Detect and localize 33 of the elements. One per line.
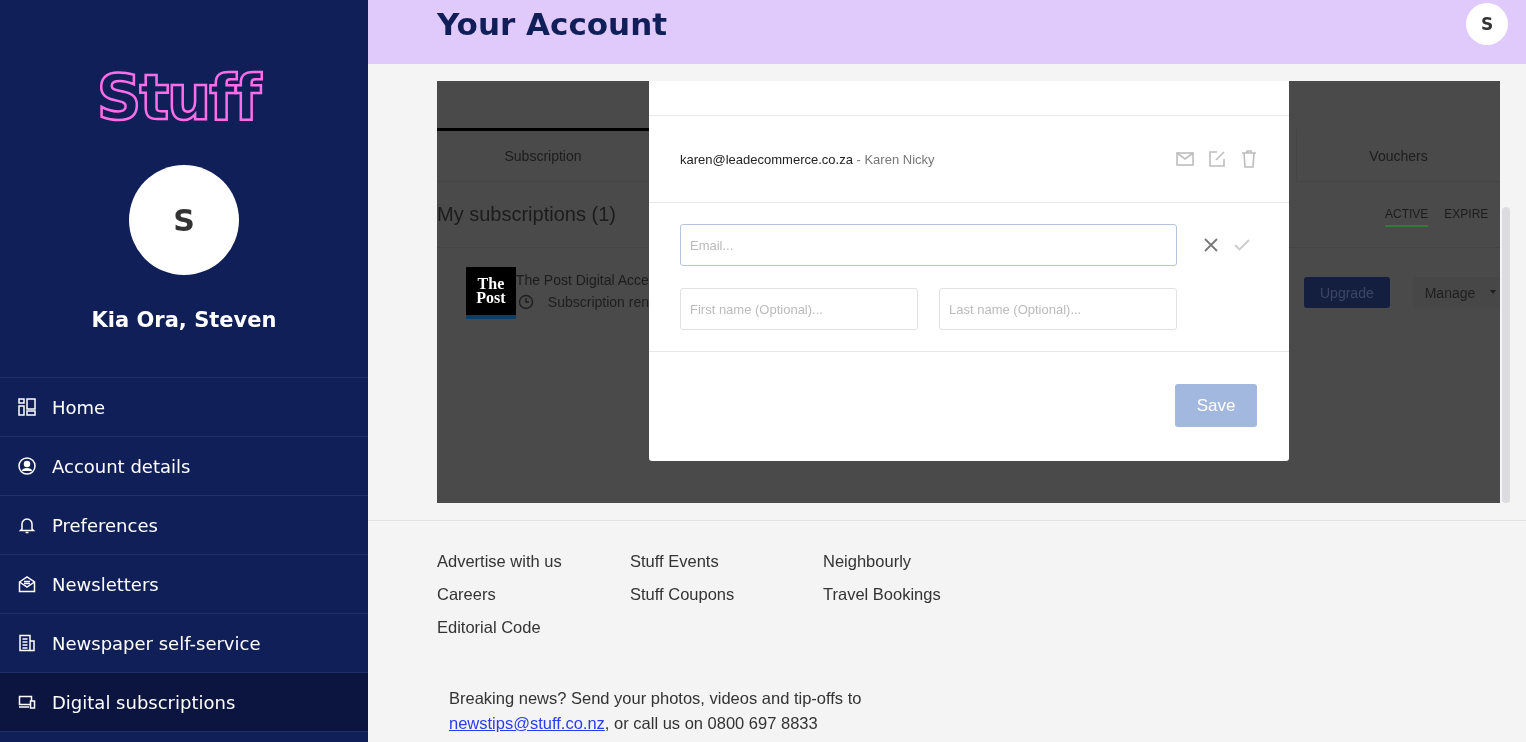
page-title: Your Account: [437, 6, 668, 42]
news-tip-text: Breaking news? Send your photos, videos and tip-offs to newstips@stuff.co.nz, or call us on 0800 697 8833: [449, 688, 863, 734]
footer-link[interactable]: Stuff Events: [630, 551, 823, 572]
footer-link[interactable]: Advertise with us: [437, 551, 630, 572]
footer-link[interactable]: Stuff Coupons: [630, 584, 823, 605]
dashboard-icon: [18, 398, 36, 416]
bell-icon: [18, 516, 36, 534]
devices-icon: [18, 693, 36, 711]
avatar: S: [129, 165, 239, 275]
nav-item[interactable]: Digital subscriptions: [0, 673, 368, 732]
footer-link[interactable]: Travel Bookings: [823, 584, 1016, 605]
footer-link[interactable]: Neighbourly: [823, 551, 1016, 572]
checkmark-icon[interactable]: [1234, 239, 1250, 251]
nav-item[interactable]: Home: [0, 378, 368, 437]
footer-link[interactable]: Editorial Code: [437, 617, 630, 638]
trash-icon[interactable]: [1240, 150, 1258, 168]
email-link[interactable]: newstips@stuff.co.nz: [449, 714, 605, 732]
clock-icon: [517, 294, 534, 310]
greeting: Kia Ora, Steven: [91, 308, 277, 332]
first-name-field[interactable]: First name (Optional)...: [680, 288, 918, 330]
avatar-button[interactable]: S: [1466, 3, 1508, 45]
mail-icon[interactable]: [1176, 150, 1194, 168]
recipient-text: karen@leadecommerce.co.za - Karen Nicky: [680, 151, 935, 167]
footer-link[interactable]: Careers: [437, 584, 630, 605]
email-field[interactable]: Email...: [680, 224, 1177, 266]
newspaper-icon: [18, 634, 36, 652]
edit-icon[interactable]: [1208, 150, 1226, 168]
user-icon: [18, 457, 36, 475]
envelope-icon: [18, 575, 36, 593]
last-name-field[interactable]: Last name (Optional)...: [939, 288, 1177, 330]
close-icon[interactable]: [1204, 238, 1218, 252]
newspaper-logo: The Post: [466, 267, 516, 319]
scrollbar[interactable]: [1502, 207, 1510, 503]
